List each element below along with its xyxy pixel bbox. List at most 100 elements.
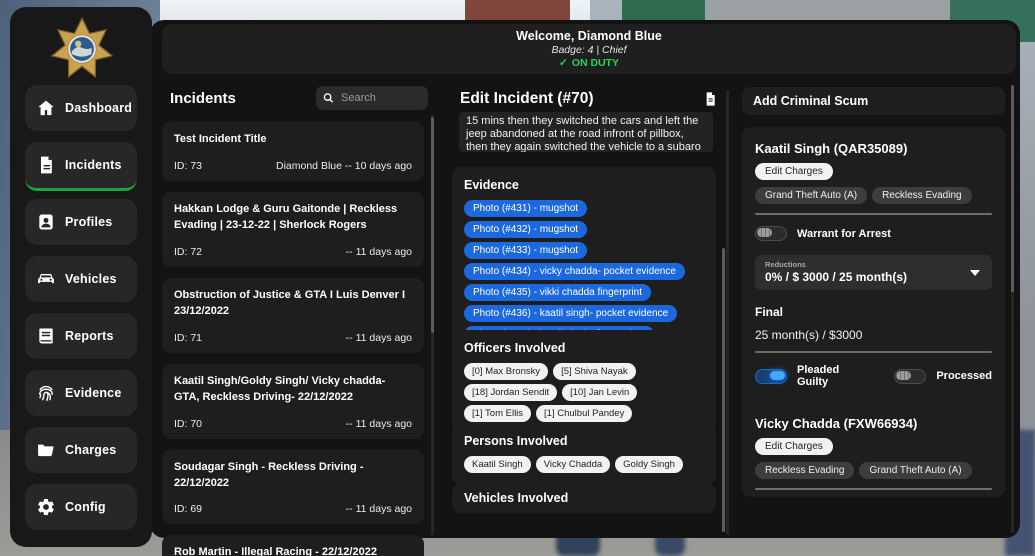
folder-open-icon (36, 440, 56, 460)
edit-scrollbar-thumb[interactable] (722, 248, 725, 532)
search-input[interactable] (339, 91, 421, 105)
evidence-photo-pill[interactable]: Photo (#433) - mugshot (464, 242, 587, 259)
pleaded-guilty-toggle[interactable] (755, 369, 787, 384)
sidebar-item-label: Charges (65, 443, 116, 457)
incident-card[interactable]: Soudagar Singh - Reckless Driving - 22/1… (162, 450, 424, 525)
divider (755, 213, 992, 215)
sidebar-item-label: Evidence (65, 386, 122, 400)
sidebar-item-profiles[interactable]: Profiles (25, 199, 137, 245)
welcome-text: Welcome, Diamond Blue (516, 29, 662, 43)
add-criminal-title: Add Criminal Scum (753, 94, 868, 108)
duty-status-label: ON DUTY (572, 57, 619, 69)
evidence-photo-pill[interactable]: Photo (#436) - kaatil singh- pocket evid… (464, 305, 677, 322)
incident-description[interactable]: 15 mins then they switched the cars and … (459, 112, 713, 152)
officer-pill[interactable]: [1] Chulbul Pandey (536, 405, 632, 422)
charge-pill[interactable]: Grand Theft Auto (A) (859, 462, 971, 479)
warrant-toggle[interactable] (755, 226, 787, 241)
copy-report-icon[interactable] (702, 90, 718, 108)
incident-title: Soudagar Singh - Reckless Driving - 22/1… (174, 460, 412, 492)
reductions-dropdown[interactable]: Reductions 0% / $ 3000 / 25 month(s) (755, 255, 992, 290)
incident-title: Kaatil Singh/Goldy Singh/ Vicky chadda- … (174, 374, 412, 406)
charge-pill[interactable]: Reckless Evading (872, 187, 971, 204)
incident-meta: -- 11 days ago (346, 503, 412, 515)
incident-title: Hakkan Lodge & Guru Gaitonde | Reckless … (174, 202, 412, 234)
sidebar-item-evidence[interactable]: Evidence (25, 370, 137, 416)
incidents-scrollbar-thumb[interactable] (431, 117, 434, 333)
duty-status: ✓ ON DUTY (559, 57, 619, 69)
charge-pill-list: Reckless Evading Grand Theft Auto (A) (755, 462, 992, 479)
officer-pill[interactable]: [5] Shiva Nayak (553, 363, 636, 380)
incident-id: ID: 72 (174, 246, 202, 258)
header-card: Welcome, Diamond Blue Badge: 4 | Chief ✓… (162, 24, 1016, 74)
warrant-label: Warrant for Arrest (797, 228, 891, 240)
incident-title: Rob Martin - Illegal Racing - 22/12/2022 (174, 545, 412, 556)
officer-pill[interactable]: [1] Tom Ellis (464, 405, 531, 422)
processed-toggle[interactable] (894, 369, 926, 384)
charge-pill[interactable]: Reckless Evading (755, 462, 854, 479)
evidence-photo-pill[interactable]: Photo (#432) - mugshot (464, 221, 587, 238)
officer-pill[interactable]: [10] Jan Levin (562, 384, 637, 401)
sidebar-item-vehicles[interactable]: Vehicles (25, 256, 137, 302)
sidebar: Dashboard Incidents Profiles Vehicles Re… (10, 7, 152, 547)
gear-icon (36, 497, 56, 517)
person-pill[interactable]: Vicky Chadda (536, 456, 610, 473)
incidents-panel-title: Incidents (170, 90, 236, 107)
incident-title: Obstruction of Justice & GTA I Luis Denv… (174, 288, 412, 320)
incident-card[interactable]: Rob Martin - Illegal Racing - 22/12/2022… (162, 535, 424, 556)
edit-charges-button[interactable]: Edit Charges (755, 163, 833, 180)
person-pill-list: Kaatil Singh Vicky Chadda Goldy Singh (464, 456, 704, 473)
final-value: 25 month(s) / $3000 (755, 328, 992, 342)
incident-id: ID: 71 (174, 332, 202, 344)
person-card-icon (36, 212, 56, 232)
sidebar-item-reports[interactable]: Reports (25, 313, 137, 359)
vehicles-section: Vehicles Involved (452, 483, 716, 513)
sidebar-item-incidents[interactable]: Incidents (25, 142, 137, 191)
incident-list: Test Incident Title ID: 73 Diamond Blue … (162, 122, 424, 556)
sidebar-item-label: Vehicles (65, 272, 117, 286)
search-icon (323, 92, 334, 104)
incident-id: ID: 73 (174, 160, 202, 172)
sidebar-item-label: Reports (65, 329, 114, 343)
charge-pill[interactable]: Grand Theft Auto (A) (755, 187, 867, 204)
incident-card[interactable]: Test Incident Title ID: 73 Diamond Blue … (162, 122, 424, 181)
check-icon: ✓ (559, 57, 568, 69)
book-icon (36, 326, 56, 346)
incident-search[interactable] (316, 86, 428, 110)
evidence-photo-pill[interactable]: Photo (#435) - vikki chadda fingerprint (464, 284, 651, 301)
officers-section: Officers Involved [0] Max Bronsky [5] Shi… (452, 330, 716, 433)
criminal-scrollbar-thumb[interactable] (1011, 85, 1014, 292)
add-criminal-header: Add Criminal Scum (742, 87, 1005, 115)
badge-rank-text: Badge: 4 | Chief (551, 44, 626, 56)
sidebar-item-config[interactable]: Config (25, 484, 137, 530)
incident-card[interactable]: Obstruction of Justice & GTA I Luis Denv… (162, 278, 424, 353)
officers-label: Officers Involved (464, 341, 704, 355)
criminal-name: Vicky Chadda (FXW66934) (755, 416, 992, 431)
officer-pill[interactable]: [0] Max Bronsky (464, 363, 548, 380)
officer-pill[interactable]: [18] Jordan Sendit (464, 384, 557, 401)
sidebar-item-dashboard[interactable]: Dashboard (25, 85, 137, 131)
sidebar-item-label: Config (65, 500, 106, 514)
person-pill[interactable]: Goldy Singh (615, 456, 683, 473)
incident-card[interactable]: Hakkan Lodge & Guru Gaitonde | Reckless … (162, 192, 424, 267)
incident-card[interactable]: Kaatil Singh/Goldy Singh/ Vicky chadda- … (162, 364, 424, 439)
person-pill[interactable]: Kaatil Singh (464, 456, 531, 473)
edit-incident-title: Edit Incident (#70) (460, 90, 594, 108)
incident-meta: -- 11 days ago (346, 246, 412, 258)
persons-label: Persons Involved (464, 434, 704, 448)
divider (755, 488, 992, 490)
evidence-photo-pill[interactable]: Photo (#431) - mugshot (464, 200, 587, 217)
sidebar-item-charges[interactable]: Charges (25, 427, 137, 473)
incident-meta: -- 11 days ago (346, 332, 412, 344)
reductions-value: 0% / $ 3000 / 25 month(s) (765, 270, 982, 284)
persons-section: Persons Involved Kaatil Singh Vicky Chadd… (452, 423, 716, 484)
pleaded-guilty-label: Pleaded Guilty (797, 364, 856, 388)
police-badge-logo (46, 17, 118, 81)
criminal-name: Kaatil Singh (QAR35089) (755, 141, 992, 156)
edit-charges-button[interactable]: Edit Charges (755, 438, 833, 455)
officer-pill-list: [0] Max Bronsky [5] Shiva Nayak [18] Jorda… (464, 363, 704, 422)
vehicles-label: Vehicles Involved (464, 491, 704, 505)
processed-label: Processed (936, 370, 992, 382)
incident-id: ID: 70 (174, 418, 202, 430)
evidence-photo-pill[interactable]: Photo (#434) - vicky chadda- pocket evid… (464, 263, 685, 280)
home-icon (36, 98, 56, 118)
